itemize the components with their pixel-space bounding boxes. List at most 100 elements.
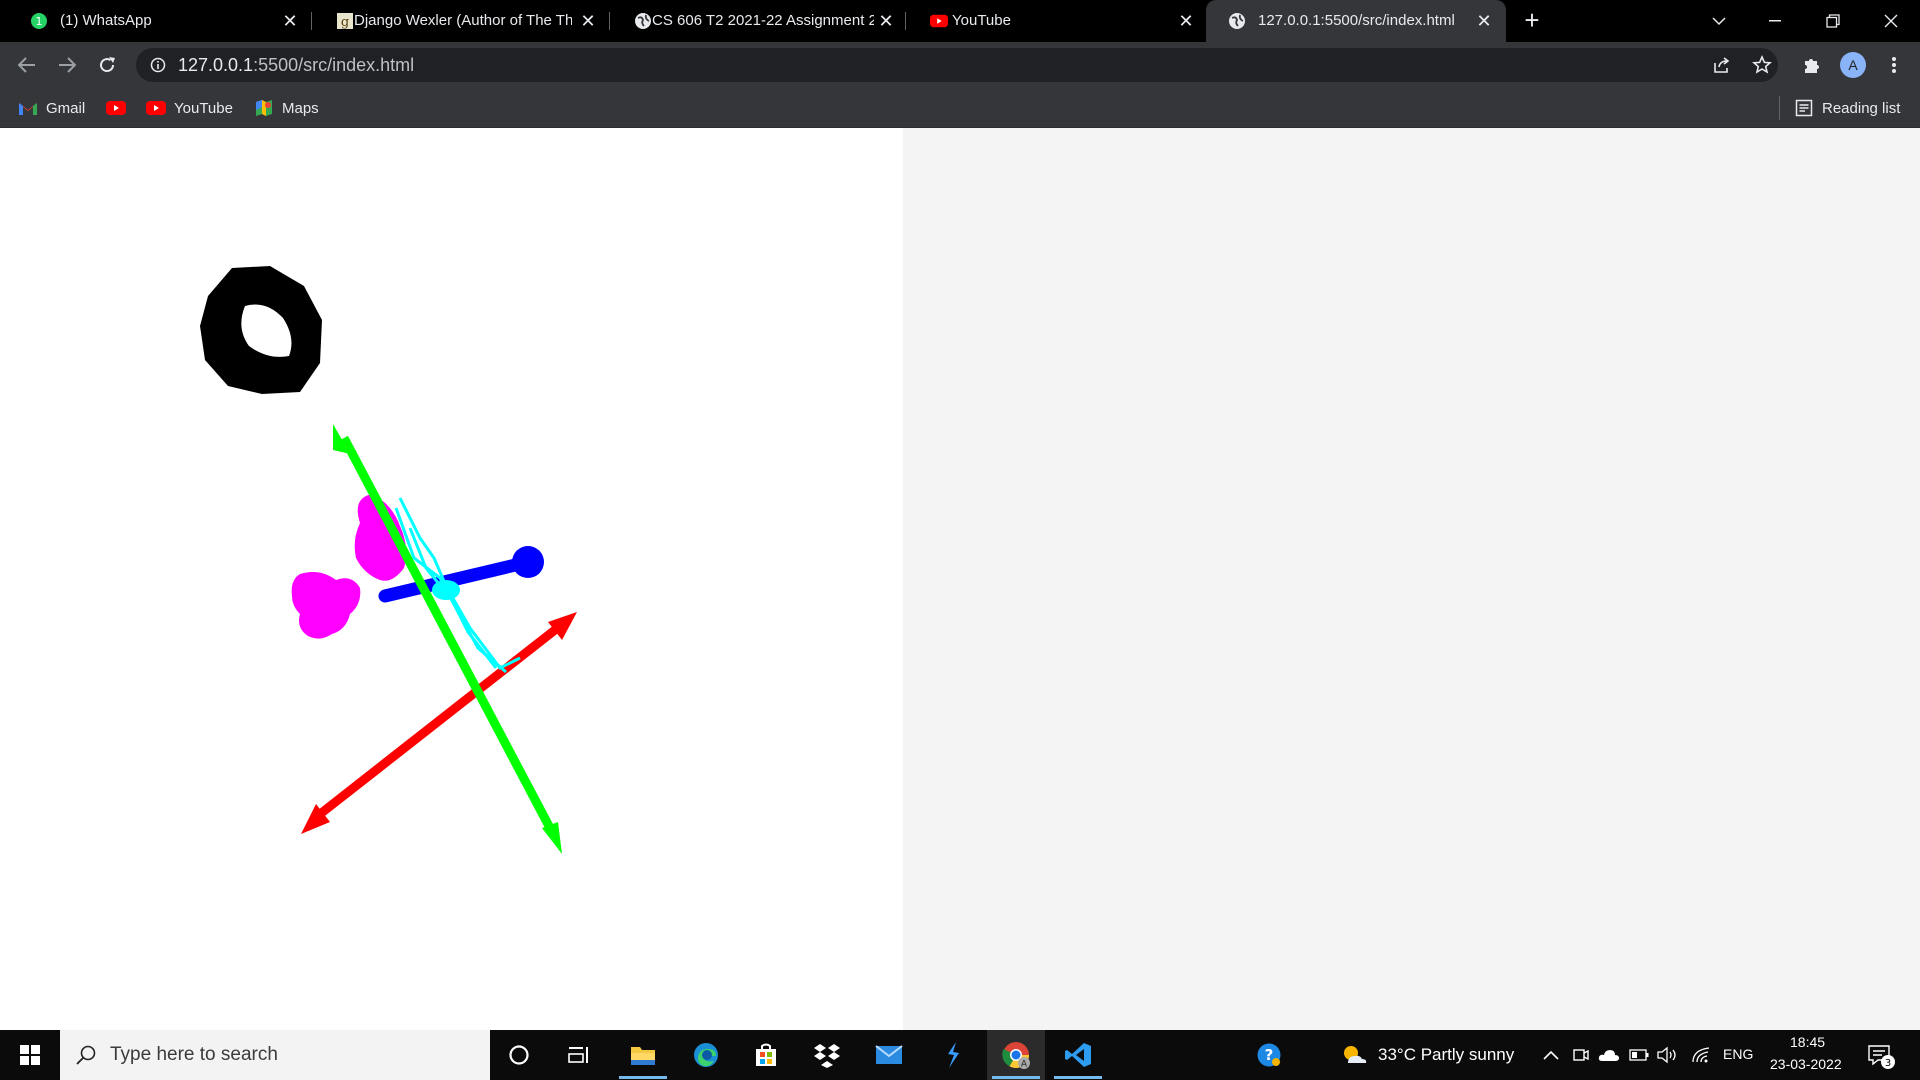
- back-button[interactable]: [13, 51, 41, 79]
- address-bar[interactable]: 127.0.0.1:5500/src/index.html: [136, 48, 1778, 82]
- start-button[interactable]: [0, 1030, 60, 1080]
- clock-date[interactable]: 23-03-2022: [1770, 1056, 1842, 1072]
- bookmark-star-icon[interactable]: [1750, 53, 1774, 77]
- task-view-icon: [568, 1047, 588, 1063]
- reading-list-label: Reading list: [1822, 99, 1901, 117]
- bookmark-label: YouTube: [174, 99, 233, 117]
- search-icon: [74, 1043, 98, 1067]
- bookmark-gmail[interactable]: Gmail: [18, 96, 85, 120]
- battery-icon[interactable]: [1628, 1044, 1650, 1066]
- whatsapp-icon: 1: [30, 12, 48, 30]
- close-window-button[interactable]: [1868, 0, 1914, 42]
- site-info-icon[interactable]: [150, 57, 166, 73]
- close-tab-icon[interactable]: ✕: [578, 11, 598, 31]
- right-panel: [903, 128, 1920, 1030]
- ring-shape: [200, 266, 322, 394]
- cyan-core: [432, 580, 460, 600]
- z-axis-head: [512, 546, 544, 578]
- wifi-icon[interactable]: [1690, 1044, 1712, 1066]
- tab-cs606-assignment[interactable]: CS 606 T2 2021-22 Assignment 2 ✕: [612, 0, 902, 42]
- reading-list-icon: [1794, 98, 1814, 118]
- globe-icon: [634, 12, 652, 30]
- mail-button[interactable]: [860, 1030, 918, 1080]
- restore-button[interactable]: [1810, 0, 1856, 42]
- menu-kebab-icon[interactable]: [1882, 53, 1906, 77]
- task-view-button[interactable]: [550, 1030, 608, 1080]
- bookmark-youtube[interactable]: YouTube: [146, 96, 233, 120]
- windows-taskbar: Type here to search A ? 33°C Partly sunn…: [0, 1030, 1920, 1080]
- torus-ring: [200, 266, 322, 394]
- cortana-button[interactable]: [490, 1030, 548, 1080]
- profile-avatar[interactable]: A: [1840, 52, 1866, 78]
- tray-expand-chevron-icon[interactable]: [1540, 1044, 1562, 1066]
- tab-strip: 1 (1) WhatsApp ✕ g Django Wexler (Author…: [0, 0, 1920, 42]
- folder-icon: [631, 1047, 655, 1065]
- weather-text[interactable]: 33°C Partly sunny: [1378, 1045, 1514, 1065]
- taskbar-search-input[interactable]: Type here to search: [60, 1030, 490, 1080]
- reading-list-button[interactable]: Reading list: [1794, 96, 1900, 120]
- url-host: 127.0.0.1: [178, 55, 254, 75]
- notification-center-icon[interactable]: 3: [1866, 1042, 1896, 1070]
- bookmarks-bar: Gmail YouTube Maps Reading list: [0, 88, 1920, 128]
- mail-envelope-icon: [875, 1045, 903, 1064]
- reload-button[interactable]: [93, 51, 121, 79]
- bookmarks-divider: [1779, 96, 1780, 120]
- maps-icon: [254, 98, 274, 118]
- dropbox-icon: [814, 1044, 840, 1068]
- close-tab-icon[interactable]: ✕: [1176, 11, 1196, 31]
- minimize-button[interactable]: [1752, 0, 1798, 42]
- search-placeholder: Type here to search: [110, 1044, 278, 1065]
- clock-time[interactable]: 18:45: [1790, 1034, 1825, 1050]
- tab-divider: [905, 12, 906, 30]
- url-text: 127.0.0.1:5500/src/index.html: [178, 55, 414, 76]
- tab-youtube[interactable]: YouTube ✕: [908, 0, 1200, 42]
- goodreads-icon: g: [336, 12, 354, 30]
- windows-logo-icon: [20, 1045, 40, 1065]
- y-axis: [333, 424, 562, 854]
- new-tab-button[interactable]: +: [1519, 7, 1545, 34]
- notification-count: 3: [1885, 1058, 1891, 1069]
- svg-text:?: ?: [1265, 1046, 1274, 1064]
- tab-local-index[interactable]: 127.0.0.1:5500/src/index.html ✕: [1206, 0, 1506, 42]
- bookmark-maps[interactable]: Maps: [254, 96, 319, 120]
- chrome-button[interactable]: A: [987, 1030, 1045, 1080]
- close-tab-icon[interactable]: ✕: [280, 11, 300, 31]
- x-axis-line: [312, 622, 563, 822]
- browser-toolbar: 127.0.0.1:5500/src/index.html A: [0, 42, 1920, 88]
- sublime-or-app-button[interactable]: [924, 1030, 982, 1080]
- svg-text:A: A: [1021, 1060, 1028, 1070]
- weather-partly-sunny-icon[interactable]: [1340, 1042, 1368, 1068]
- youtube-icon: [106, 98, 126, 118]
- tab-title: YouTube: [952, 12, 1011, 29]
- extensions-puzzle-icon[interactable]: [1800, 53, 1824, 77]
- close-tab-icon[interactable]: ✕: [876, 11, 896, 31]
- edge-browser-icon: [694, 1043, 718, 1067]
- edge-button[interactable]: [677, 1030, 735, 1080]
- help-icon[interactable]: ?: [1256, 1042, 1282, 1068]
- store-bag-icon: [756, 1043, 776, 1066]
- meet-now-icon[interactable]: [1570, 1044, 1592, 1066]
- webgl-canvas[interactable]: [0, 128, 903, 1030]
- forward-button[interactable]: [53, 51, 81, 79]
- bookmark-label: Gmail: [46, 99, 86, 117]
- tab-title: CS 606 T2 2021-22 Assignment 2: [652, 12, 874, 29]
- dropbox-button[interactable]: [798, 1030, 856, 1080]
- volume-icon[interactable]: [1656, 1044, 1678, 1066]
- vscode-button[interactable]: [1049, 1030, 1107, 1080]
- file-explorer-button[interactable]: [614, 1030, 672, 1080]
- close-tab-icon[interactable]: ✕: [1474, 11, 1494, 31]
- tab-title: 127.0.0.1:5500/src/index.html: [1258, 12, 1455, 29]
- tab-divider: [311, 12, 312, 30]
- tab-search-chevron-icon[interactable]: [1696, 0, 1742, 42]
- running-indicator: [1054, 1076, 1102, 1079]
- tab-divider: [609, 12, 610, 30]
- share-icon[interactable]: [1710, 53, 1734, 77]
- vscode-icon: [1065, 1043, 1091, 1067]
- bookmark-youtube-icon-only[interactable]: [106, 96, 134, 120]
- tab-whatsapp[interactable]: 1 (1) WhatsApp ✕: [8, 0, 308, 42]
- input-language[interactable]: ENG: [1723, 1046, 1753, 1062]
- tab-django-wexler[interactable]: g Django Wexler (Author of The Th ✕: [314, 0, 606, 42]
- microsoft-store-button[interactable]: [737, 1030, 795, 1080]
- onedrive-cloud-icon[interactable]: [1598, 1044, 1620, 1066]
- page-viewport: [0, 128, 1920, 1030]
